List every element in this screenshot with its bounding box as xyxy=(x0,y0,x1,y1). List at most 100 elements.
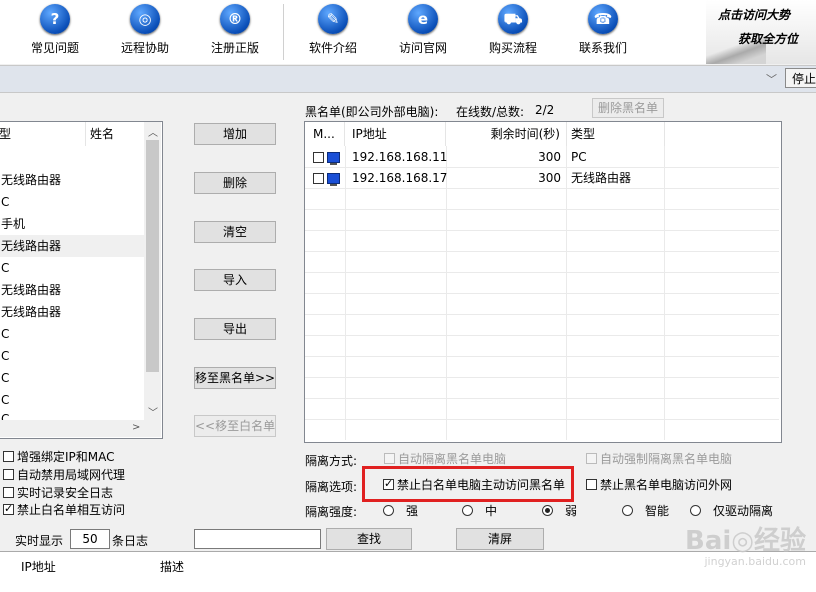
strength-strong-radio[interactable]: 强 xyxy=(383,503,418,519)
import-button[interactable]: 导入 xyxy=(194,269,276,291)
chevron-right-icon[interactable]: > xyxy=(132,422,140,433)
add-button[interactable]: 增加 xyxy=(194,123,276,145)
row-checkbox[interactable] xyxy=(313,152,324,163)
list-item[interactable]: 无线路由器 xyxy=(0,279,149,301)
horizontal-scrollbar[interactable]: > xyxy=(0,420,161,437)
list-item[interactable]: C xyxy=(0,367,149,389)
chevron-up-icon[interactable]: ︿ xyxy=(148,124,158,139)
column-header-type[interactable]: 型 xyxy=(0,122,86,146)
column-header-name[interactable]: 姓名 xyxy=(87,122,147,146)
log-count-input[interactable]: 50 xyxy=(70,529,110,549)
option-disable-proxy[interactable]: 自动禁用局域网代理 xyxy=(3,467,125,483)
annotation-highlight-box xyxy=(362,466,574,502)
visit-website-label: 访问官网 xyxy=(398,41,447,55)
whitelist-table[interactable]: 型 姓名 无线路由器 C 手机 无线路由器 C 无线路由器 无线路由器 C C … xyxy=(0,121,163,439)
checkbox[interactable] xyxy=(586,453,597,464)
remote-assist-button[interactable]: ◎ 远程协助 xyxy=(105,2,185,62)
list-item[interactable]: 无线路由器 xyxy=(0,169,149,191)
forbid-blacklist-internet-option[interactable]: 禁止黑名单电脑访问外网 xyxy=(586,477,732,493)
list-item[interactable]: C xyxy=(0,257,149,279)
scrollbar-thumb[interactable] xyxy=(146,140,159,372)
blacklist-table[interactable]: M... IP地址 剩余时间(秒) 类型 192.168.168.11 300 … xyxy=(304,121,782,443)
radio-selected[interactable] xyxy=(542,505,553,516)
find-button[interactable]: 查找 xyxy=(326,528,412,550)
table-row[interactable]: 192.168.168.11 300 PC xyxy=(305,147,779,167)
purchase-button[interactable]: ⛟ 购买流程 xyxy=(473,2,553,62)
auto-isolate-option[interactable]: 自动隔离黑名单电脑 xyxy=(384,451,506,467)
grid-line xyxy=(305,209,779,210)
grid-line xyxy=(305,230,779,231)
grid-line xyxy=(305,314,779,315)
grid-line xyxy=(305,419,779,420)
auto-force-isolate-option[interactable]: 自动强制隔离黑名单电脑 xyxy=(586,451,732,467)
column-header-ip[interactable]: IP地址 xyxy=(346,122,446,146)
strength-driver-only-radio[interactable]: 仅驱动隔离 xyxy=(690,503,773,519)
move-to-whitelist-button[interactable]: <<移至白名单 xyxy=(194,415,276,437)
list-item[interactable]: C xyxy=(0,323,149,345)
log-column-ip[interactable]: IP地址 xyxy=(21,558,56,575)
strength-smart-radio[interactable]: 智能 xyxy=(622,503,669,519)
radio[interactable] xyxy=(690,505,701,516)
visit-website-button[interactable]: e 访问官网 xyxy=(383,2,463,62)
row-icons xyxy=(313,168,340,188)
ie-icon: e xyxy=(408,4,438,34)
column-header-remaining[interactable]: 剩余时间(秒) xyxy=(447,122,567,146)
vertical-scrollbar[interactable]: ︿ ﹀ xyxy=(144,122,161,420)
list-item[interactable]: 手机 xyxy=(0,213,149,235)
radio[interactable] xyxy=(383,505,394,516)
clear-button[interactable]: 清空 xyxy=(194,221,276,243)
toolbar-divider xyxy=(283,4,284,60)
option-label: 自动禁用局域网代理 xyxy=(17,468,126,482)
option-forbid-whitelist-mutual[interactable]: 禁止白名单相互访问 xyxy=(3,501,125,518)
ip-cell: 192.168.168.11 xyxy=(352,150,448,164)
computer-icon xyxy=(327,152,340,165)
list-item[interactable]: C xyxy=(0,345,149,367)
faq-button[interactable]: ? 常见问题 xyxy=(15,2,95,62)
move-to-blacklist-button[interactable]: 移至黑名单>> xyxy=(194,367,276,389)
software-intro-button[interactable]: ✎ 软件介绍 xyxy=(293,2,373,62)
column-header-mac[interactable]: M... xyxy=(305,122,345,146)
chevron-down-icon[interactable]: ﹀ xyxy=(766,71,777,87)
option-label: 实时记录安全日志 xyxy=(17,486,114,500)
chevron-down-icon[interactable]: ﹀ xyxy=(148,404,158,419)
option-bind-ip-mac[interactable]: 增强绑定IP和MAC xyxy=(3,449,115,465)
list-item[interactable]: 无线路由器 xyxy=(0,301,149,323)
main-toolbar: ? 常见问题 ◎ 远程协助 ® 注册正版 ✎ 软件介绍 e 访问官网 ⛟ 购买流… xyxy=(0,0,816,64)
row-checkbox[interactable] xyxy=(313,173,324,184)
checkbox[interactable] xyxy=(3,451,14,462)
banner-line-2: 获取全方位 xyxy=(738,32,799,46)
radio[interactable] xyxy=(622,505,633,516)
export-button[interactable]: 导出 xyxy=(194,318,276,340)
column-header-type[interactable]: 类型 xyxy=(567,122,665,146)
list-item[interactable]: C xyxy=(0,191,149,213)
strength-weak-radio[interactable]: 弱 xyxy=(542,503,577,519)
radio[interactable] xyxy=(462,505,473,516)
register-button[interactable]: ® 注册正版 xyxy=(195,2,275,62)
strength-medium-radio[interactable]: 中 xyxy=(462,503,497,519)
checkbox[interactable] xyxy=(586,479,597,490)
table-row[interactable]: 192.168.168.17 300 无线路由器 xyxy=(305,168,779,188)
faq-label: 常见问题 xyxy=(30,41,79,55)
remaining-cell: 300 xyxy=(538,171,561,185)
clear-screen-button[interactable]: 清屏 xyxy=(456,528,544,550)
checkbox[interactable] xyxy=(384,453,395,464)
search-input[interactable] xyxy=(194,529,321,549)
delete-blacklist-button[interactable]: 删除黑名单 xyxy=(592,98,664,118)
promo-banner[interactable]: 点击访问大势 获取全方位 xyxy=(706,0,816,64)
delete-button[interactable]: 删除 xyxy=(194,172,276,194)
grid-line xyxy=(305,398,779,399)
log-column-description[interactable]: 描述 xyxy=(160,558,184,575)
list-item-selected[interactable]: 无线路由器 xyxy=(0,235,149,257)
checkbox-checked[interactable] xyxy=(3,501,14,517)
checkbox[interactable] xyxy=(3,469,14,480)
list-item[interactable]: C xyxy=(0,408,149,420)
grid-line xyxy=(305,377,779,378)
isolation-option-label: 隔离选项: xyxy=(305,480,358,494)
stop-button[interactable]: 停止 xyxy=(785,68,816,88)
checkbox[interactable] xyxy=(3,487,14,498)
ip-cell: 192.168.168.17 xyxy=(352,171,448,185)
option-label: 增强绑定IP和MAC xyxy=(17,450,115,464)
type-cell: 无线路由器 xyxy=(571,171,632,185)
option-security-log[interactable]: 实时记录安全日志 xyxy=(3,485,113,501)
contact-button[interactable]: ☎ 联系我们 xyxy=(563,2,643,62)
